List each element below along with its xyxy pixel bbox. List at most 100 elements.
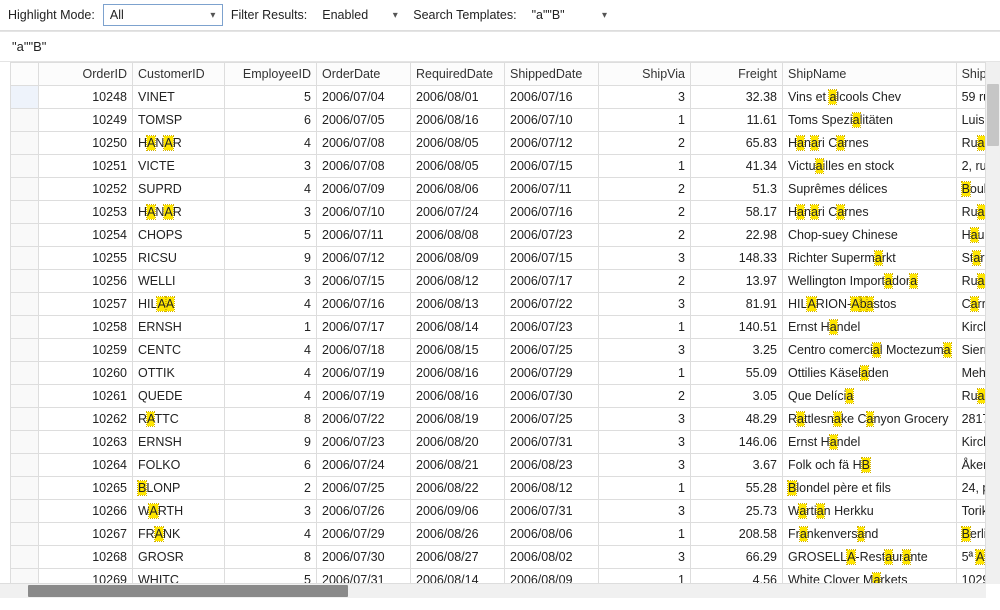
cell-shipaddress[interactable]: 2817 Milton Dr. [956,408,986,431]
cell-shipaddress[interactable]: 5ª Ave. Los Palos Grandes [956,546,986,569]
cell-shipname[interactable]: GROSELLA-Restaurante [783,546,957,569]
cell-employeeid[interactable]: 3 [225,500,317,523]
table-row[interactable]: 10257HILAA42006/07/162006/08/132006/07/2… [11,293,987,316]
cell-shipname[interactable]: Folk och fä HB [783,454,957,477]
cell-requireddate[interactable]: 2006/08/16 [411,385,505,408]
vertical-scrollbar[interactable] [985,62,1000,584]
column-header-requireddate[interactable]: RequiredDate [411,63,505,86]
cell-orderid[interactable]: 10258 [39,316,133,339]
cell-shipname[interactable]: Rattlesnake Canyon Grocery [783,408,957,431]
cell-orderid[interactable]: 10257 [39,293,133,316]
cell-shipvia[interactable]: 2 [599,178,691,201]
table-row[interactable]: 10255RICSU92006/07/122006/08/092006/07/1… [11,247,987,270]
cell-shippeddate[interactable]: 2006/07/25 [505,339,599,362]
cell-orderdate[interactable]: 2006/07/19 [317,362,411,385]
row-header[interactable] [11,500,39,523]
cell-employeeid[interactable]: 5 [225,569,317,585]
table-row[interactable]: 10267FRANK42006/07/292006/08/262006/08/0… [11,523,987,546]
cell-customerid[interactable]: CHOPS [133,224,225,247]
cell-customerid[interactable]: OTTIK [133,362,225,385]
cell-orderid[interactable]: 10263 [39,431,133,454]
cell-freight[interactable]: 55.09 [691,362,783,385]
cell-shipvia[interactable]: 2 [599,201,691,224]
row-header[interactable] [11,569,39,585]
cell-shipvia[interactable]: 2 [599,270,691,293]
row-header[interactable] [11,247,39,270]
cell-shipname[interactable]: Vins et alcools Chev [783,86,957,109]
row-header[interactable] [11,155,39,178]
cell-customerid[interactable]: QUEDE [133,385,225,408]
cell-shippeddate[interactable]: 2006/07/23 [505,316,599,339]
cell-requireddate[interactable]: 2006/08/09 [411,247,505,270]
cell-customerid[interactable]: RICSU [133,247,225,270]
filter-results-combo[interactable]: Enabled ▾ [315,4,405,26]
table-row[interactable]: 10252SUPRD42006/07/092006/08/062006/07/1… [11,178,987,201]
table-row[interactable]: 10258ERNSH12006/07/172006/08/142006/07/2… [11,316,987,339]
cell-requireddate[interactable]: 2006/08/19 [411,408,505,431]
cell-shippeddate[interactable]: 2006/08/02 [505,546,599,569]
cell-employeeid[interactable]: 9 [225,431,317,454]
cell-orderdate[interactable]: 2006/07/11 [317,224,411,247]
cell-freight[interactable]: 25.73 [691,500,783,523]
cell-shipaddress[interactable]: Hauptstr. 31 [956,224,986,247]
cell-shipvia[interactable]: 3 [599,408,691,431]
cell-freight[interactable]: 208.58 [691,523,783,546]
table-row[interactable]: 10269WHITC52006/07/312006/08/142006/08/0… [11,569,987,585]
cell-shipaddress[interactable]: Åkergatan 24 [956,454,986,477]
cell-shippeddate[interactable]: 2006/07/16 [505,86,599,109]
row-header[interactable] [11,339,39,362]
cell-shipname[interactable]: HILARION-Abastos [783,293,957,316]
row-header[interactable] [11,270,39,293]
cell-shipname[interactable]: Que Delícia [783,385,957,408]
cell-shipvia[interactable]: 3 [599,546,691,569]
cell-shipname[interactable]: Chop-suey Chinese [783,224,957,247]
cell-orderid[interactable]: 10255 [39,247,133,270]
cell-orderdate[interactable]: 2006/07/17 [317,316,411,339]
cell-shipname[interactable]: Blondel père et fils [783,477,957,500]
cell-orderid[interactable]: 10250 [39,132,133,155]
cell-freight[interactable]: 146.06 [691,431,783,454]
cell-orderdate[interactable]: 2006/07/05 [317,109,411,132]
cell-shippeddate[interactable]: 2006/07/29 [505,362,599,385]
cell-shipaddress[interactable]: Kirchgasse 6 [956,316,986,339]
cell-employeeid[interactable]: 5 [225,86,317,109]
table-row[interactable]: 10268GROSR82006/07/302006/08/272006/08/0… [11,546,987,569]
cell-shipaddress[interactable]: Luisenstr. 48 [956,109,986,132]
cell-requireddate[interactable]: 2006/08/05 [411,132,505,155]
cell-shipname[interactable]: Centro comercial Moctezuma [783,339,957,362]
cell-shippeddate[interactable]: 2006/07/17 [505,270,599,293]
table-row[interactable]: 10264FOLKO62006/07/242006/08/212006/08/2… [11,454,987,477]
cell-requireddate[interactable]: 2006/09/06 [411,500,505,523]
cell-freight[interactable]: 48.29 [691,408,783,431]
cell-shippeddate[interactable]: 2006/07/12 [505,132,599,155]
cell-shipaddress[interactable]: 24, place Kléber [956,477,986,500]
row-header[interactable] [11,431,39,454]
cell-orderid[interactable]: 10269 [39,569,133,585]
cell-freight[interactable]: 55.28 [691,477,783,500]
table-row[interactable]: 10261QUEDE42006/07/192006/08/162006/07/3… [11,385,987,408]
cell-shipname[interactable]: Ernst Handel [783,316,957,339]
cell-employeeid[interactable]: 6 [225,454,317,477]
cell-orderid[interactable]: 10254 [39,224,133,247]
cell-requireddate[interactable]: 2006/08/27 [411,546,505,569]
cell-shipaddress[interactable]: Rua da Panificadora, 12 [956,385,986,408]
table-row[interactable]: 10251VICTE32006/07/082006/08/052006/07/1… [11,155,987,178]
cell-orderdate[interactable]: 2006/07/12 [317,247,411,270]
cell-orderdate[interactable]: 2006/07/04 [317,86,411,109]
cell-orderdate[interactable]: 2006/07/23 [317,431,411,454]
cell-customerid[interactable]: WHITC [133,569,225,585]
cell-customerid[interactable]: VINET [133,86,225,109]
cell-employeeid[interactable]: 4 [225,385,317,408]
cell-shipvia[interactable]: 1 [599,109,691,132]
cell-customerid[interactable]: BLONP [133,477,225,500]
table-row[interactable]: 10248VINET52006/07/042006/08/012006/07/1… [11,86,987,109]
cell-orderdate[interactable]: 2006/07/15 [317,270,411,293]
cell-orderid[interactable]: 10251 [39,155,133,178]
table-row[interactable]: 10250HANAR42006/07/082006/08/052006/07/1… [11,132,987,155]
cell-customerid[interactable]: CENTC [133,339,225,362]
cell-shipvia[interactable]: 1 [599,523,691,546]
cell-shippeddate[interactable]: 2006/07/22 [505,293,599,316]
cell-freight[interactable]: 81.91 [691,293,783,316]
cell-customerid[interactable]: HANAR [133,201,225,224]
cell-orderid[interactable]: 10252 [39,178,133,201]
